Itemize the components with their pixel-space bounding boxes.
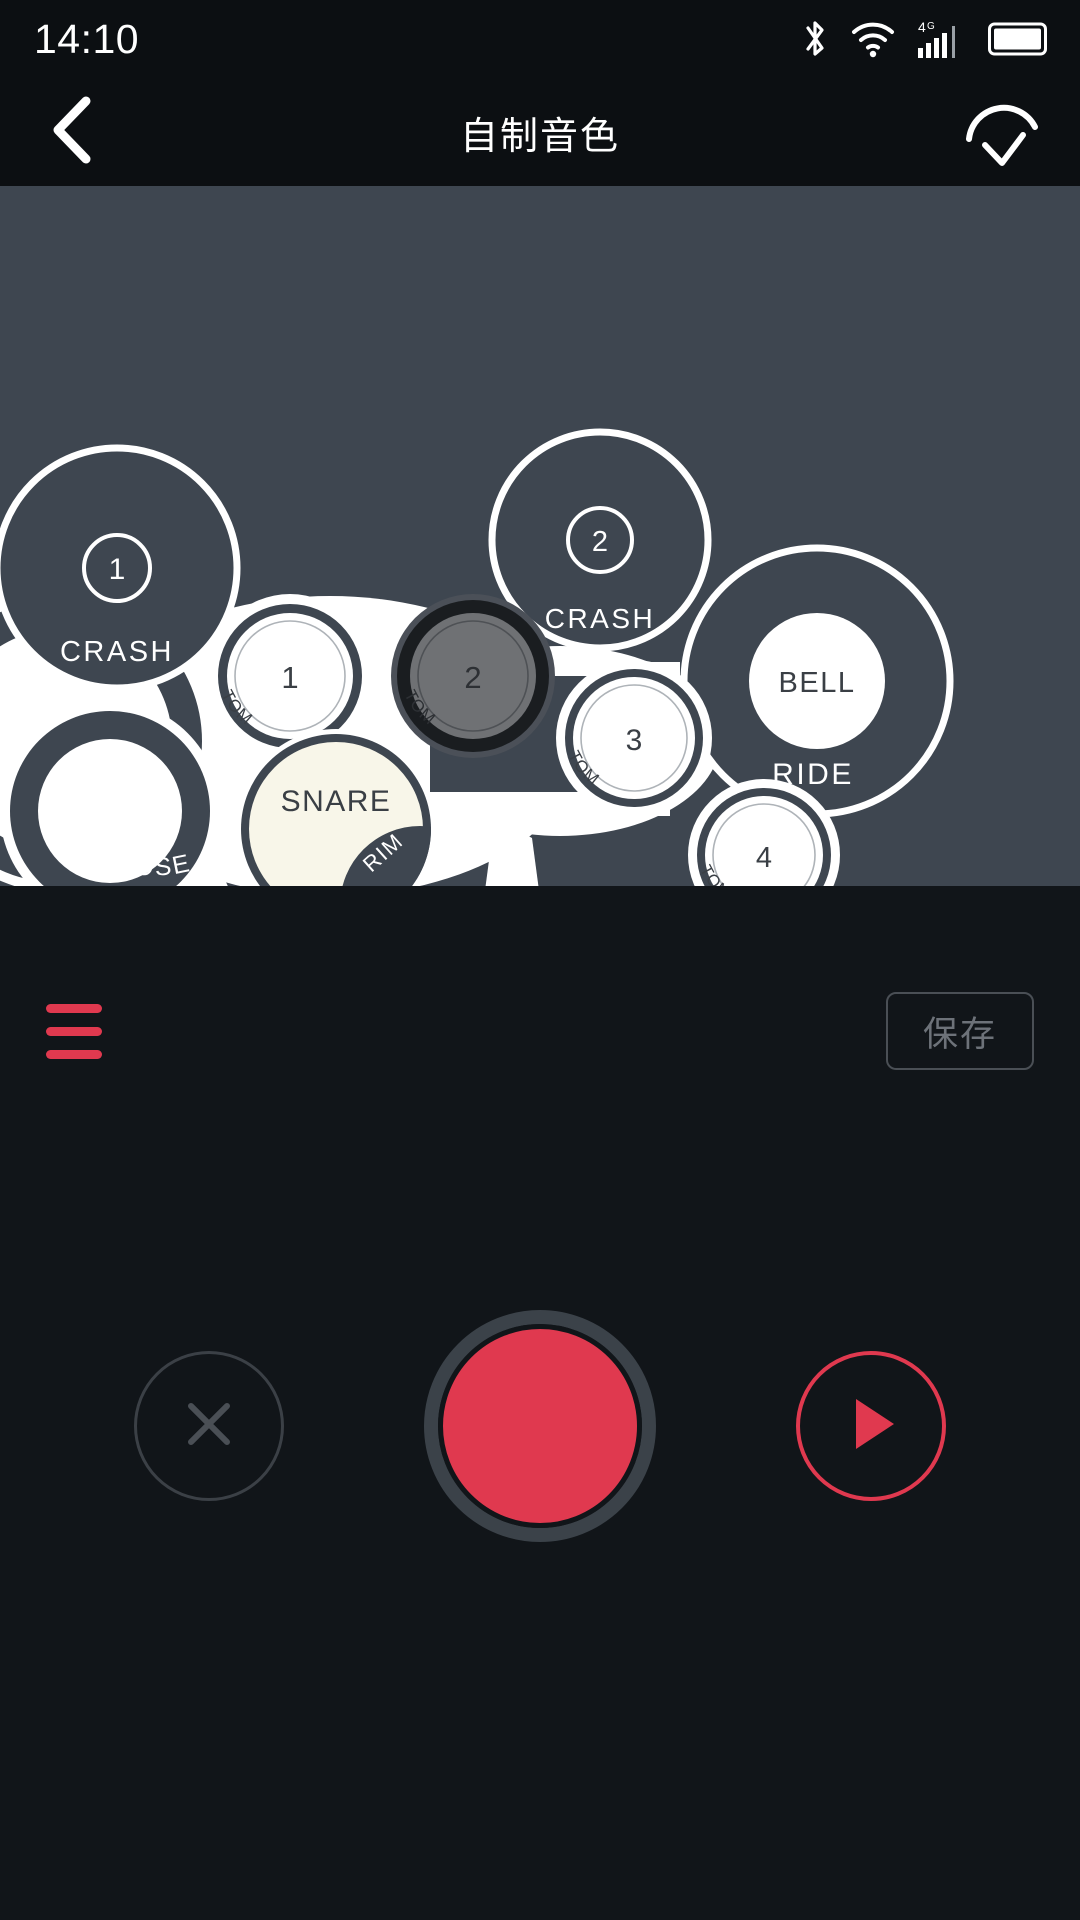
status-bar: 14:10 4 G: [0, 0, 1080, 78]
transport-controls: [0, 1306, 1080, 1546]
pad-number-tom-2: 2: [464, 660, 481, 695]
pad-bell[interactable]: BELL: [749, 613, 885, 749]
svg-text:4: 4: [918, 19, 926, 35]
pad-label-crash-2: CRASH: [545, 603, 656, 634]
svg-text:G: G: [927, 21, 935, 32]
pad-number-tom-3: 3: [626, 724, 643, 757]
confirm-button[interactable]: [960, 90, 1044, 174]
battery-icon: [988, 22, 1050, 56]
save-button[interactable]: 保存: [886, 992, 1034, 1070]
pad-crash-1[interactable]: 1 CRASH: [0, 444, 241, 692]
pad-tom-2[interactable]: 2 TOM: [391, 594, 555, 758]
drum-kit-diagram[interactable]: HH OPEN HH CLOSED 1 CRASH: [0, 186, 1080, 886]
pad-label-bell: BELL: [779, 667, 856, 699]
pad-number-crash-1: 1: [109, 553, 126, 586]
control-panel: 保存: [0, 886, 1080, 1920]
page-title: 自制音色: [459, 115, 620, 158]
pad-label-crash-1: CRASH: [60, 636, 174, 668]
app-header: 自制音色: [0, 78, 1080, 186]
hamburger-bar-3: [46, 1049, 102, 1059]
arc-check-icon: [959, 87, 1045, 178]
close-x-icon: [173, 1388, 245, 1465]
app-screen: 14:10 4 G 自制音色 HH CLOSE 1 CRASH 2 CRASH …: [0, 0, 1080, 1920]
pad-number-crash-2: 2: [592, 526, 608, 558]
play-button[interactable]: [796, 1351, 946, 1501]
signal-4g-icon: 4 G: [916, 18, 968, 60]
pad-label-snare: SNARE: [281, 785, 392, 818]
pad-number-tom-1: 1: [281, 660, 298, 695]
drum-kit-stage[interactable]: HH OPEN HH CLOSED 1 CRASH: [0, 186, 1080, 886]
hamburger-menu-icon[interactable]: [46, 1003, 102, 1059]
control-toolbar: 保存: [0, 986, 1080, 1076]
hamburger-bar-2: [46, 1026, 102, 1036]
record-circle-icon: [438, 1324, 642, 1528]
record-button[interactable]: [424, 1310, 656, 1542]
wifi-icon: [850, 19, 896, 59]
status-time: 14:10: [34, 15, 140, 62]
hamburger-bar-1: [46, 1003, 102, 1013]
status-icon-group: 4 G: [800, 17, 1050, 61]
pad-tom-3[interactable]: 3 TOM: [556, 660, 712, 816]
bluetooth-icon: [800, 17, 830, 61]
chevron-left-icon: [40, 93, 104, 172]
cancel-button[interactable]: [134, 1351, 284, 1501]
play-triangle-icon: [836, 1387, 906, 1466]
back-button[interactable]: [40, 92, 120, 172]
pad-number-tom-4: 4: [756, 842, 772, 874]
